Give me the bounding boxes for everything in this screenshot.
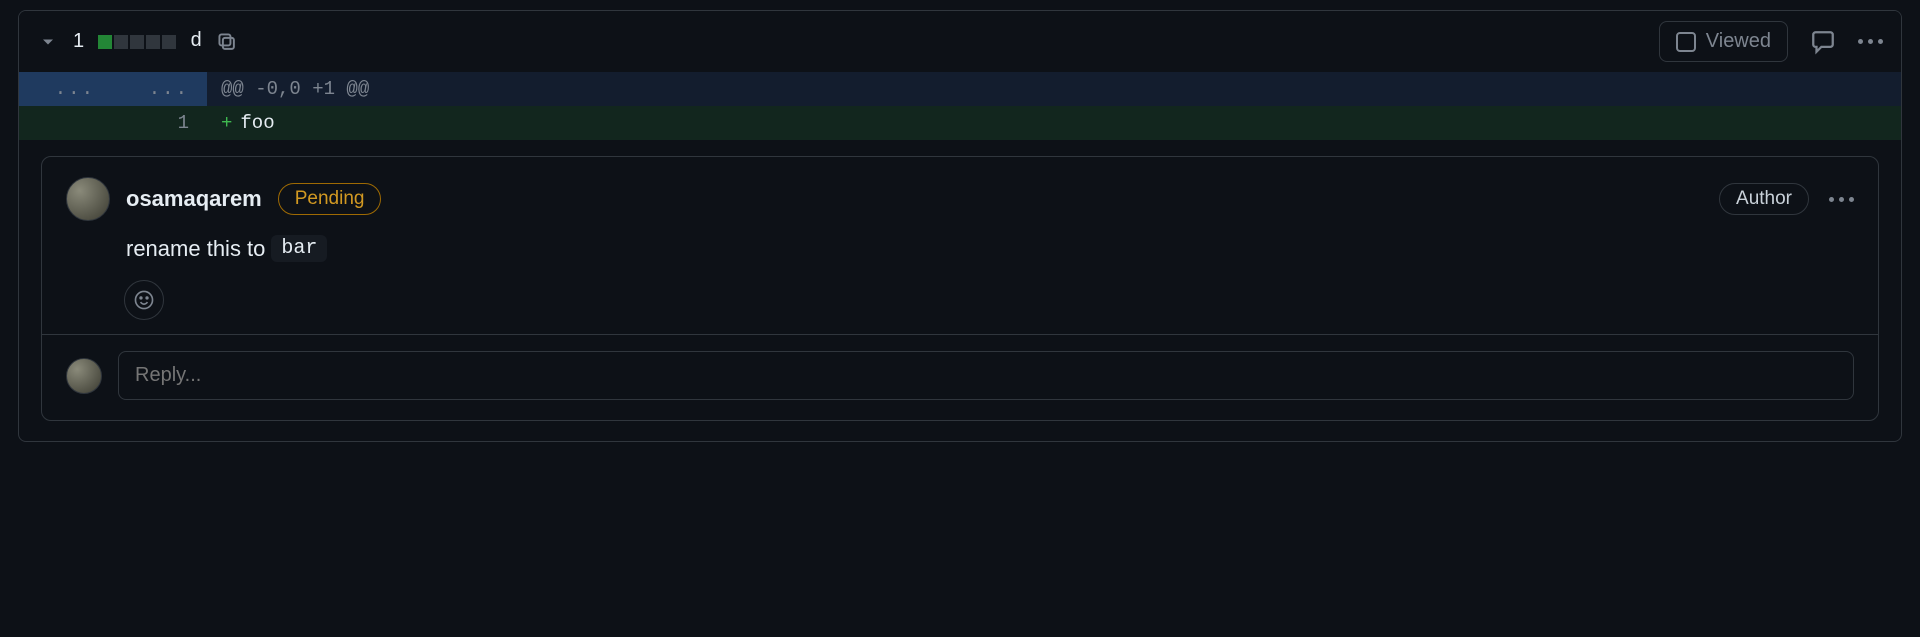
avatar[interactable] [66,177,110,221]
comment-header-right: Author [1719,183,1854,215]
comment-more-options-icon[interactable] [1829,197,1854,202]
viewed-label: Viewed [1706,30,1771,53]
inline-code: bar [271,235,327,262]
diffstat-neutral-block [162,35,176,49]
diff-table: ... ... @@ -0,0 +1 @@ 1 +foo [19,72,1901,140]
avatar[interactable] [66,358,102,394]
comment-body: rename this to bar [126,235,1854,262]
diff-marker: + [221,112,240,134]
diffstat-added-block [98,35,112,49]
comment-header: osamaqarem Pending Author [66,177,1854,221]
diffstat-neutral-block [114,35,128,49]
comment-thread: osamaqarem Pending Author rename this to… [41,156,1879,421]
file-diff-container: 1 d Viewed [18,10,1902,442]
code-text: foo [240,112,274,134]
change-count: 1 [73,30,84,53]
reply-input[interactable] [118,351,1854,400]
file-header: 1 d Viewed [19,11,1901,72]
add-reaction-button[interactable] [124,280,164,320]
file-header-left: 1 d [37,30,238,53]
expand-hunk-right[interactable]: ... [113,72,207,106]
new-line-num: 1 [113,106,207,140]
comment-header-left: osamaqarem Pending [66,177,381,221]
more-options-icon[interactable] [1858,39,1883,44]
viewed-toggle[interactable]: Viewed [1659,21,1788,62]
chevron-down-icon[interactable] [37,31,59,53]
comment: osamaqarem Pending Author rename this to… [42,157,1878,334]
file-header-right: Viewed [1659,21,1883,62]
hunk-header-row: ... ... @@ -0,0 +1 @@ [19,72,1901,106]
username[interactable]: osamaqarem [126,186,262,212]
viewed-checkbox[interactable] [1676,32,1696,52]
diffstat-neutral-block [146,35,160,49]
diffstat [98,35,176,49]
comment-text: rename this to [126,236,265,262]
reply-row [42,334,1878,420]
diffstat-neutral-block [130,35,144,49]
hunk-header-text: @@ -0,0 +1 @@ [207,72,1901,106]
added-line-row[interactable]: 1 +foo [19,106,1901,140]
old-line-num [19,106,113,140]
copy-path-icon[interactable] [216,31,238,53]
filename[interactable]: d [190,30,202,53]
pending-badge: Pending [278,183,382,215]
expand-hunk-left[interactable]: ... [19,72,113,106]
author-badge: Author [1719,183,1809,215]
line-code: +foo [207,106,1901,140]
comment-icon[interactable] [1810,29,1836,55]
